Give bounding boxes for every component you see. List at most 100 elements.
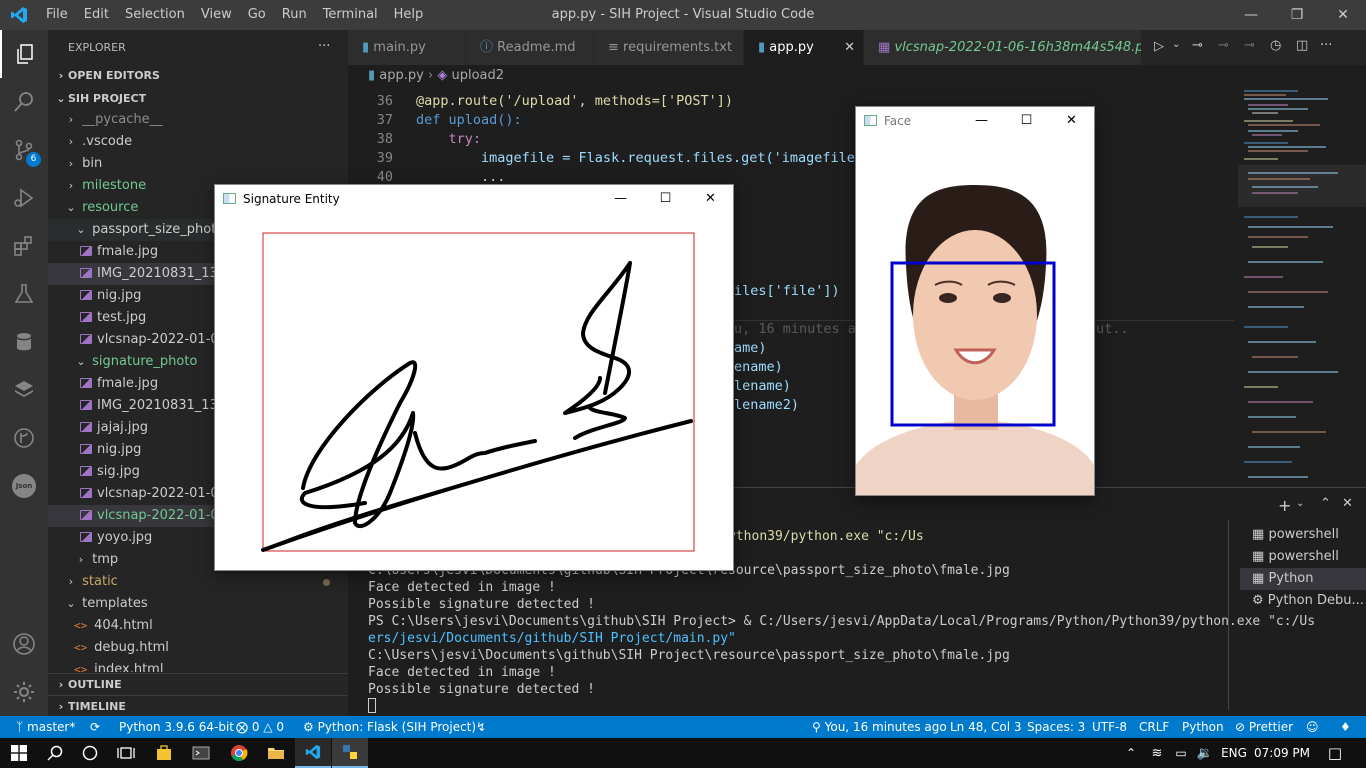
close-button[interactable]: ✕	[1049, 107, 1094, 135]
layers-icon[interactable]	[0, 366, 48, 414]
tree-folder-vscode[interactable]: › .vscode	[48, 131, 348, 153]
close-panel-icon[interactable]: ✕	[1342, 496, 1353, 511]
database-icon[interactable]	[0, 318, 48, 366]
next-change-icon[interactable]: ⊸	[1244, 38, 1255, 53]
timeline-icon[interactable]: ◷	[1270, 38, 1281, 53]
face-window[interactable]: Face — ☐ ✕	[855, 106, 1095, 496]
problems-status[interactable]: ⨂ 0 △ 0	[236, 716, 284, 738]
maximize-button[interactable]: ☐	[643, 185, 688, 213]
volume-icon[interactable]: 🔉	[1194, 738, 1216, 768]
settings-gear-icon[interactable]	[0, 668, 48, 716]
store-icon[interactable]	[146, 738, 182, 768]
clock[interactable]: 07:09 PM	[1252, 738, 1312, 768]
menu-view[interactable]: View	[193, 0, 240, 30]
run-icon[interactable]: ▷	[1154, 39, 1164, 54]
source-control-icon[interactable]: 6	[0, 126, 48, 174]
terminal-session[interactable]: ⚙ Python Debu...	[1240, 590, 1366, 612]
face-window-titlebar[interactable]: Face — ☐ ✕	[856, 107, 1094, 135]
menu-edit[interactable]: Edit	[76, 0, 117, 30]
testing-icon[interactable]	[0, 270, 48, 318]
signature-window-titlebar[interactable]: Signature Entity — ☐ ✕	[215, 185, 733, 213]
terminal-session-active[interactable]: ▦ Python	[1240, 568, 1366, 590]
notifications-icon[interactable]: ♦	[1340, 716, 1351, 738]
tree-folder-pycache[interactable]: › __pycache__	[48, 109, 348, 131]
more-actions-icon[interactable]: ···	[318, 39, 330, 54]
restore-button[interactable]: ❐	[1274, 0, 1320, 30]
tree-folder-static[interactable]: › static	[48, 571, 348, 593]
wifi-icon[interactable]: ≋	[1146, 738, 1168, 768]
debug-config[interactable]: ⚙ Python: Flask (SIH Project)	[303, 716, 476, 738]
task-view-icon[interactable]	[108, 738, 144, 768]
windows-start-icon[interactable]	[0, 738, 38, 768]
breadcrumb-file[interactable]: app.py	[379, 68, 424, 83]
maximize-panel-icon[interactable]: ⌃	[1320, 496, 1331, 511]
minimize-button[interactable]: —	[598, 185, 643, 213]
vscode-taskbar-icon[interactable]	[295, 738, 331, 768]
chevron-down-icon[interactable]: ⌄	[1172, 39, 1180, 50]
close-button[interactable]: ✕	[688, 185, 733, 213]
menu-run[interactable]: Run	[274, 0, 315, 30]
search-icon[interactable]	[38, 738, 72, 768]
json-icon[interactable]: Json	[0, 462, 48, 510]
menu-selection[interactable]: Selection	[117, 0, 193, 30]
language-indicator[interactable]: ENG	[1218, 738, 1250, 768]
menu-terminal[interactable]: Terminal	[315, 0, 386, 30]
lightning-icon[interactable]: ↯	[476, 716, 486, 738]
split-editor-icon[interactable]: ◫	[1296, 38, 1308, 53]
new-terminal-icon[interactable]: +	[1278, 496, 1291, 515]
menu-go[interactable]: Go	[240, 0, 274, 30]
extensions-icon[interactable]	[0, 222, 48, 270]
line-ending[interactable]: CRLF	[1139, 716, 1169, 738]
git-compare-icon[interactable]: ⊸	[1192, 38, 1203, 53]
signature-window[interactable]: Signature Entity — ☐ ✕	[214, 184, 734, 571]
timeline-section[interactable]: › TIMELINE	[48, 695, 348, 717]
project-section[interactable]: ⌄ SIH PROJECT	[48, 88, 348, 110]
cursor-position[interactable]: Ln 48, Col 3	[950, 716, 1022, 738]
chevron-down-icon[interactable]: ⌄	[1296, 498, 1304, 509]
feedback-icon[interactable]: ☺	[1306, 716, 1319, 738]
terminal-app-icon[interactable]	[183, 738, 219, 768]
terminal-session[interactable]: ▦ powershell	[1240, 524, 1366, 546]
open-editors-section[interactable]: › OPEN EDITORS	[48, 65, 348, 87]
close-button[interactable]: ✕	[1320, 0, 1366, 30]
indentation[interactable]: Spaces: 3	[1027, 716, 1085, 738]
battery-icon[interactable]: ▭	[1170, 738, 1192, 768]
branch-status[interactable]: ᛉ master*	[16, 716, 75, 738]
git-graph-icon[interactable]	[0, 414, 48, 462]
more-icon[interactable]: ···	[1320, 38, 1332, 53]
tree-file[interactable]: <> debug.html	[48, 637, 348, 659]
terminal-session[interactable]: ▦ powershell	[1240, 546, 1366, 568]
tree-file[interactable]: <> 404.html	[48, 615, 348, 637]
run-debug-icon[interactable]	[0, 174, 48, 222]
tab-vlcsnap-png[interactable]: ▦ vlcsnap-2022-01-06-16h38m44s548.png U	[864, 30, 1142, 65]
chevron-up-icon[interactable]: ⌃	[1120, 738, 1142, 768]
minimize-button[interactable]: —	[959, 107, 1004, 135]
breadcrumb-symbol[interactable]: upload2	[451, 68, 504, 83]
prettier-status[interactable]: ⊘ Prettier	[1235, 716, 1293, 738]
explorer-icon[interactable]	[0, 30, 48, 78]
tab-app-py[interactable]: ▮ app.py ✕	[744, 30, 864, 65]
account-icon[interactable]	[0, 620, 48, 668]
search-icon[interactable]	[0, 78, 48, 126]
previous-change-icon[interactable]: ⊸	[1218, 38, 1229, 53]
language-mode[interactable]: Python	[1182, 716, 1224, 738]
tab-readme[interactable]: ⓘ Readme.md	[466, 30, 594, 65]
git-blame[interactable]: ⚲ You, 16 minutes ago	[812, 716, 947, 738]
minimap[interactable]	[1238, 87, 1366, 487]
notification-center-icon[interactable]: □	[1320, 738, 1350, 768]
minimize-button[interactable]: —	[1228, 0, 1274, 30]
tree-folder-bin[interactable]: › bin	[48, 153, 348, 175]
tab-main-py[interactable]: ▮ main.py	[348, 30, 466, 65]
menu-file[interactable]: File	[38, 0, 76, 30]
chrome-icon[interactable]	[221, 738, 257, 768]
tab-requirements[interactable]: ≡ requirements.txt	[594, 30, 744, 65]
encoding[interactable]: UTF-8	[1092, 716, 1127, 738]
tab-close-icon[interactable]: ✕	[844, 30, 855, 65]
menu-help[interactable]: Help	[386, 0, 432, 30]
tree-folder-templates[interactable]: ⌄ templates	[48, 593, 348, 615]
sync-icon[interactable]: ⟳	[90, 716, 100, 738]
tree-file[interactable]: <> index.html	[48, 659, 348, 672]
python-taskbar-icon[interactable]	[332, 738, 368, 768]
python-interpreter[interactable]: Python 3.9.6 64-bit	[119, 716, 234, 738]
outline-section[interactable]: › OUTLINE	[48, 673, 348, 695]
